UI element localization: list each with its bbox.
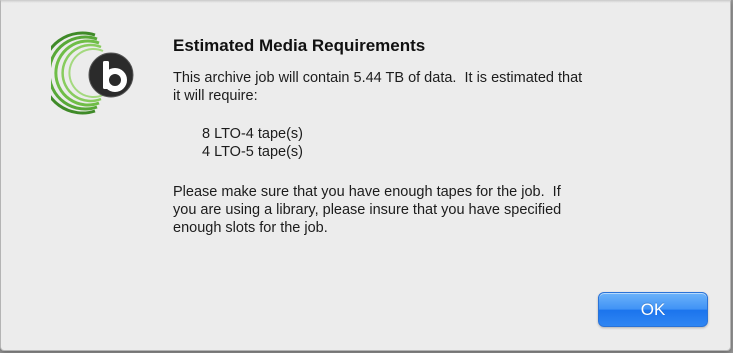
alert-dialog: Estimated Media Requirements This archiv… bbox=[0, 0, 731, 351]
tape-requirements-list: 8 LTO-4 tape(s) 4 LTO-5 tape(s) bbox=[202, 125, 713, 161]
message-line-2: it will require: bbox=[173, 88, 258, 104]
tape-requirement-item: 4 LTO-5 tape(s) bbox=[202, 144, 304, 160]
ok-button[interactable]: OK bbox=[598, 292, 708, 327]
note-line-3: enough slots for the job. bbox=[173, 220, 328, 236]
dialog-content: Estimated Media Requirements This archiv… bbox=[173, 35, 713, 237]
message-line-1: This archive job will contain 5.44 TB of… bbox=[173, 70, 583, 86]
app-logo-icon bbox=[51, 31, 134, 115]
dialog-title: Estimated Media Requirements bbox=[173, 36, 426, 55]
note-line-1: Please make sure that you have enough ta… bbox=[173, 184, 561, 200]
tape-requirement-item: 8 LTO-4 tape(s) bbox=[202, 126, 304, 142]
dialog-top-edge bbox=[1, 1, 730, 3]
dialog-note: Please make sure that you have enough ta… bbox=[173, 183, 713, 237]
note-line-2: you are using a library, please insure t… bbox=[173, 202, 562, 218]
dialog-message: This archive job will contain 5.44 TB of… bbox=[173, 69, 713, 105]
